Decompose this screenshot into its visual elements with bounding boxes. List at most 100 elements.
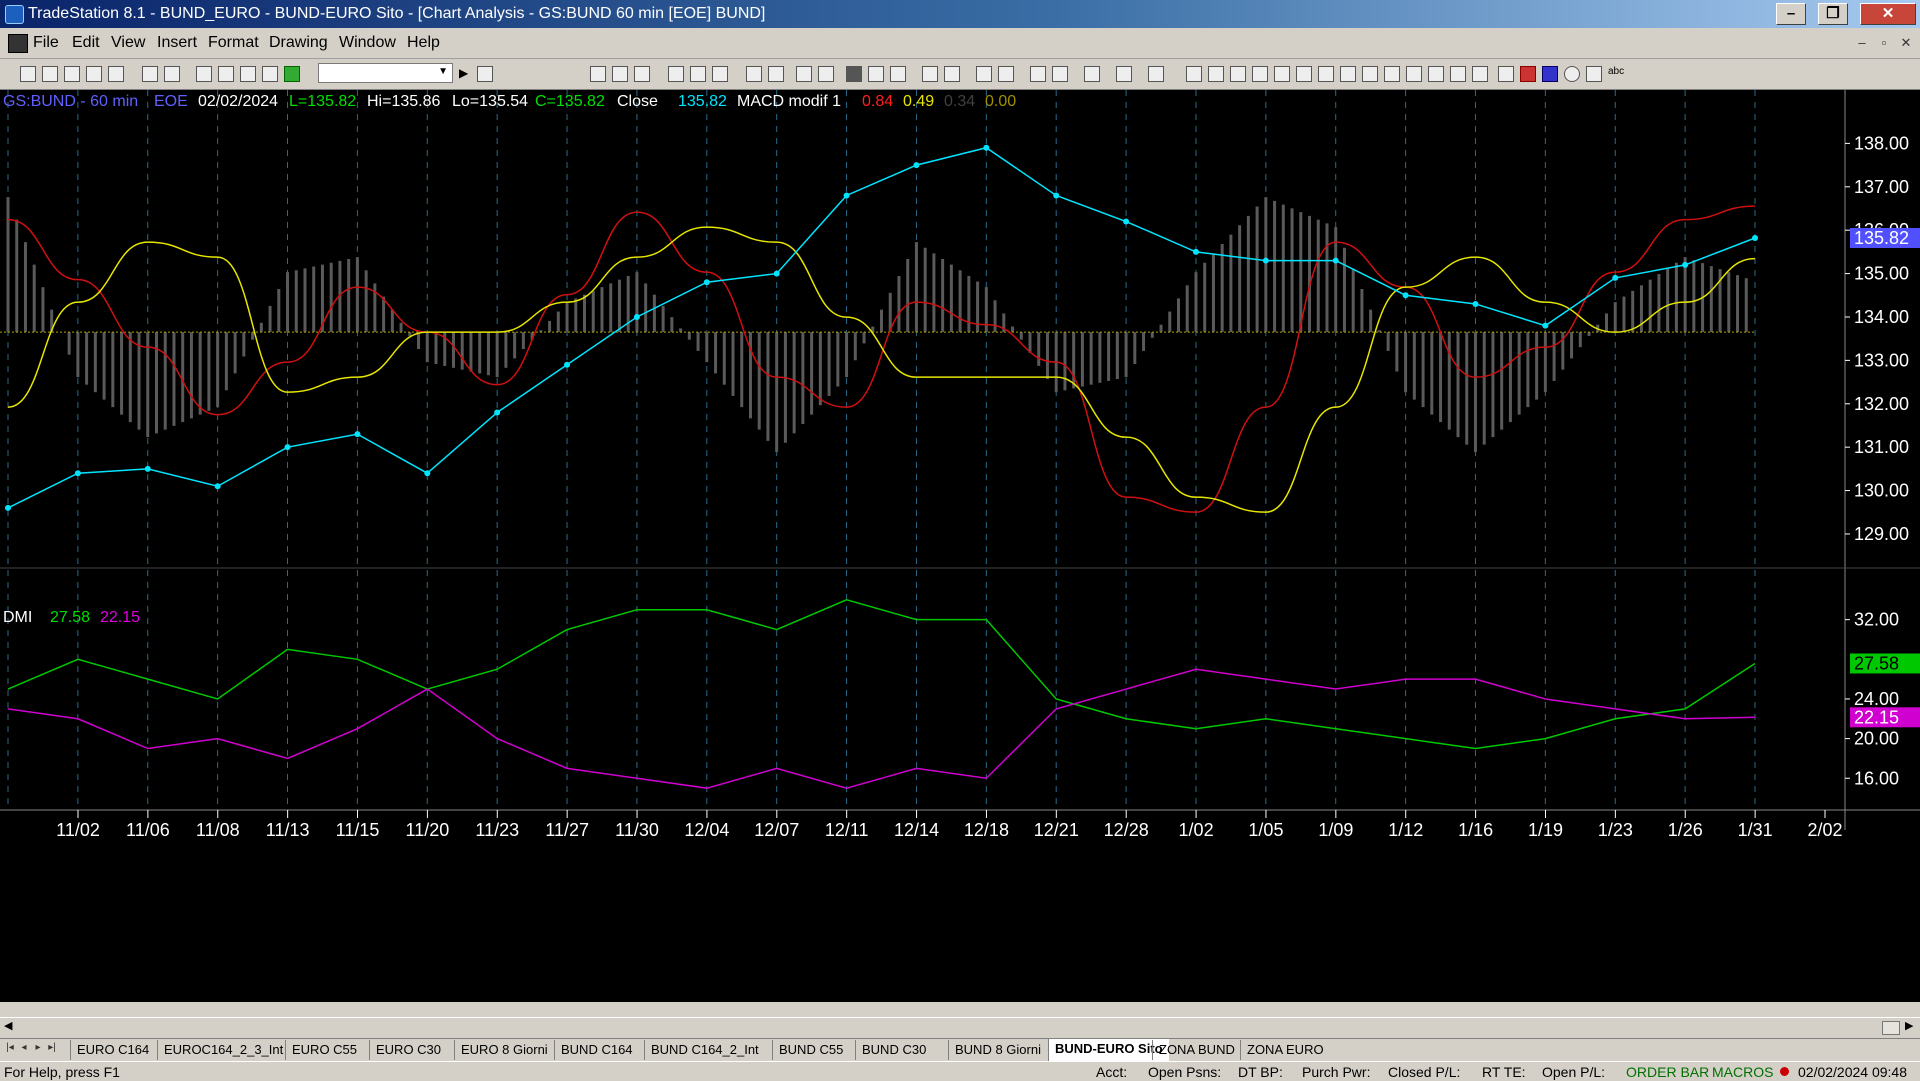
regression-icon[interactable]: [1340, 66, 1356, 82]
parallel-lines-icon[interactable]: [1406, 66, 1422, 82]
save-icon[interactable]: [108, 66, 124, 82]
lock-icon[interactable]: [240, 66, 256, 82]
tab-last-icon[interactable]: ▸|: [46, 1042, 58, 1056]
tab-next-icon[interactable]: ▸: [32, 1042, 44, 1056]
order-icon[interactable]: [1116, 66, 1132, 82]
price-point: [214, 483, 221, 490]
tab-bund-c30[interactable]: BUND C30: [855, 1040, 932, 1060]
horizontal-lines-icon[interactable]: [1230, 66, 1246, 82]
tab-euro-c164[interactable]: EURO C164: [70, 1040, 155, 1060]
format-window-icon[interactable]: [612, 66, 628, 82]
chart-canvas[interactable]: 138.00137.00136.00135.00134.00133.00132.…: [0, 90, 1920, 1002]
format-bars-icon[interactable]: [590, 66, 606, 82]
disabled-icon[interactable]: [1148, 66, 1164, 82]
tradestation-app-icon[interactable]: [5, 5, 24, 24]
scroll-left-icon[interactable]: ◀: [4, 1019, 12, 1032]
mdi-close-button[interactable]: ✕: [1896, 33, 1916, 53]
print-preview-icon[interactable]: [142, 66, 158, 82]
grid-icon[interactable]: [218, 66, 234, 82]
bar-spacing-icon[interactable]: [868, 66, 884, 82]
tab-first-icon[interactable]: |◂: [4, 1042, 16, 1056]
open-workspace-icon[interactable]: [64, 66, 80, 82]
palette-icon[interactable]: [284, 66, 300, 82]
zoom-out-icon[interactable]: [998, 66, 1014, 82]
chevron-down-icon[interactable]: ▼: [438, 66, 448, 77]
scanner-icon[interactable]: [818, 66, 834, 82]
menu-format[interactable]: Format: [208, 34, 259, 52]
compress-bars-icon[interactable]: [890, 66, 906, 82]
menu-window[interactable]: Window: [339, 34, 396, 52]
tab-euro-8-giorni[interactable]: EURO 8 Giorni: [454, 1040, 554, 1060]
strategy-performance-icon[interactable]: [746, 66, 762, 82]
tools-icon[interactable]: [1084, 66, 1100, 82]
tab-bund-8-giorni[interactable]: BUND 8 Giorni: [948, 1040, 1047, 1060]
find-icon[interactable]: [477, 66, 493, 82]
scroll-thumb[interactable]: [1882, 1021, 1900, 1035]
scroll-right-icon[interactable]: ▶: [1905, 1019, 1913, 1032]
arc-icon[interactable]: [1428, 66, 1444, 82]
horizontal-scrollbar[interactable]: ◀ ▶: [0, 1017, 1920, 1036]
scroll-bars-icon[interactable]: [944, 66, 960, 82]
radar-icon[interactable]: [796, 66, 812, 82]
fib-icon[interactable]: [1296, 66, 1312, 82]
freehand-icon[interactable]: [1498, 66, 1514, 82]
tab-euroc164-2-3-int[interactable]: EUROC164_2_3_Int: [157, 1040, 289, 1060]
data-window-icon[interactable]: [196, 66, 212, 82]
tab-bund-euro-sito[interactable]: BUND-EURO Sito: [1048, 1039, 1169, 1061]
pointer-icon[interactable]: [1030, 66, 1046, 82]
tab-bund-c55[interactable]: BUND C55: [772, 1040, 849, 1060]
new-icon[interactable]: [20, 66, 36, 82]
symbol-combo[interactable]: ▼: [318, 63, 453, 83]
channel-icon[interactable]: [1252, 66, 1268, 82]
chart-window-icon[interactable]: [8, 34, 28, 53]
order-bar-status[interactable]: ORDER BAR: [1626, 1064, 1709, 1080]
chart-analysis-icon[interactable]: [846, 66, 862, 82]
mdi-restore-button[interactable]: ▫: [1874, 33, 1894, 53]
menu-insert[interactable]: Insert: [157, 34, 197, 52]
speed-lines-icon[interactable]: [1362, 66, 1378, 82]
go-arrow-icon[interactable]: ▶: [459, 66, 468, 80]
rectangle-icon[interactable]: [1586, 66, 1602, 82]
menu-file[interactable]: File: [33, 34, 59, 52]
arrow-both-icon[interactable]: [1384, 66, 1400, 82]
tab-zona-euro[interactable]: ZONA EURO: [1240, 1040, 1330, 1060]
text-icon[interactable]: abc: [1608, 66, 1628, 82]
gann-fan-icon[interactable]: [1274, 66, 1290, 82]
tab-euro-c30[interactable]: EURO C30: [369, 1040, 447, 1060]
tab-zona-bund[interactable]: ZONA BUND: [1152, 1040, 1241, 1060]
expand-bars-icon[interactable]: [922, 66, 938, 82]
mdi-minimize-button[interactable]: –: [1852, 33, 1872, 53]
strategy-icon[interactable]: [262, 66, 278, 82]
tab-bund-c164-2-int[interactable]: BUND C164_2_Int: [644, 1040, 765, 1060]
minimize-button[interactable]: –: [1776, 3, 1806, 25]
chart-type-icon[interactable]: [690, 66, 706, 82]
arrow-down-icon[interactable]: [1520, 66, 1536, 82]
workspace-icon[interactable]: [768, 66, 784, 82]
vertical-lines-icon[interactable]: [1208, 66, 1224, 82]
tab-bund-c164[interactable]: BUND C164: [554, 1040, 639, 1060]
trendline-icon[interactable]: [1186, 66, 1202, 82]
tab-euro-c55[interactable]: EURO C55: [285, 1040, 363, 1060]
ellipse-icon[interactable]: [1564, 66, 1580, 82]
open-icon[interactable]: [42, 66, 58, 82]
arrow-up-icon[interactable]: [1542, 66, 1558, 82]
menu-drawing[interactable]: Drawing: [269, 34, 328, 52]
chart-area[interactable]: 138.00137.00136.00135.00134.00133.00132.…: [0, 90, 1920, 1002]
indicator-icon[interactable]: [668, 66, 684, 82]
new-window-icon[interactable]: [86, 66, 102, 82]
menu-help[interactable]: Help: [407, 34, 440, 52]
pencil-icon[interactable]: [1472, 66, 1488, 82]
macros-status[interactable]: MACROS: [1712, 1064, 1773, 1080]
properties-icon[interactable]: [634, 66, 650, 82]
menu-view[interactable]: View: [111, 34, 145, 52]
zoom-in-icon[interactable]: [976, 66, 992, 82]
andrews-pitchfork-icon[interactable]: [1318, 66, 1334, 82]
cycle-lines-icon[interactable]: [1450, 66, 1466, 82]
restore-button[interactable]: ❐: [1818, 3, 1848, 25]
drag-icon[interactable]: [1052, 66, 1068, 82]
refresh-icon[interactable]: [712, 66, 728, 82]
menu-edit[interactable]: Edit: [72, 34, 100, 52]
print-icon[interactable]: [164, 66, 180, 82]
tab-prev-icon[interactable]: ◂: [18, 1042, 30, 1056]
close-button[interactable]: ✕: [1860, 3, 1916, 25]
